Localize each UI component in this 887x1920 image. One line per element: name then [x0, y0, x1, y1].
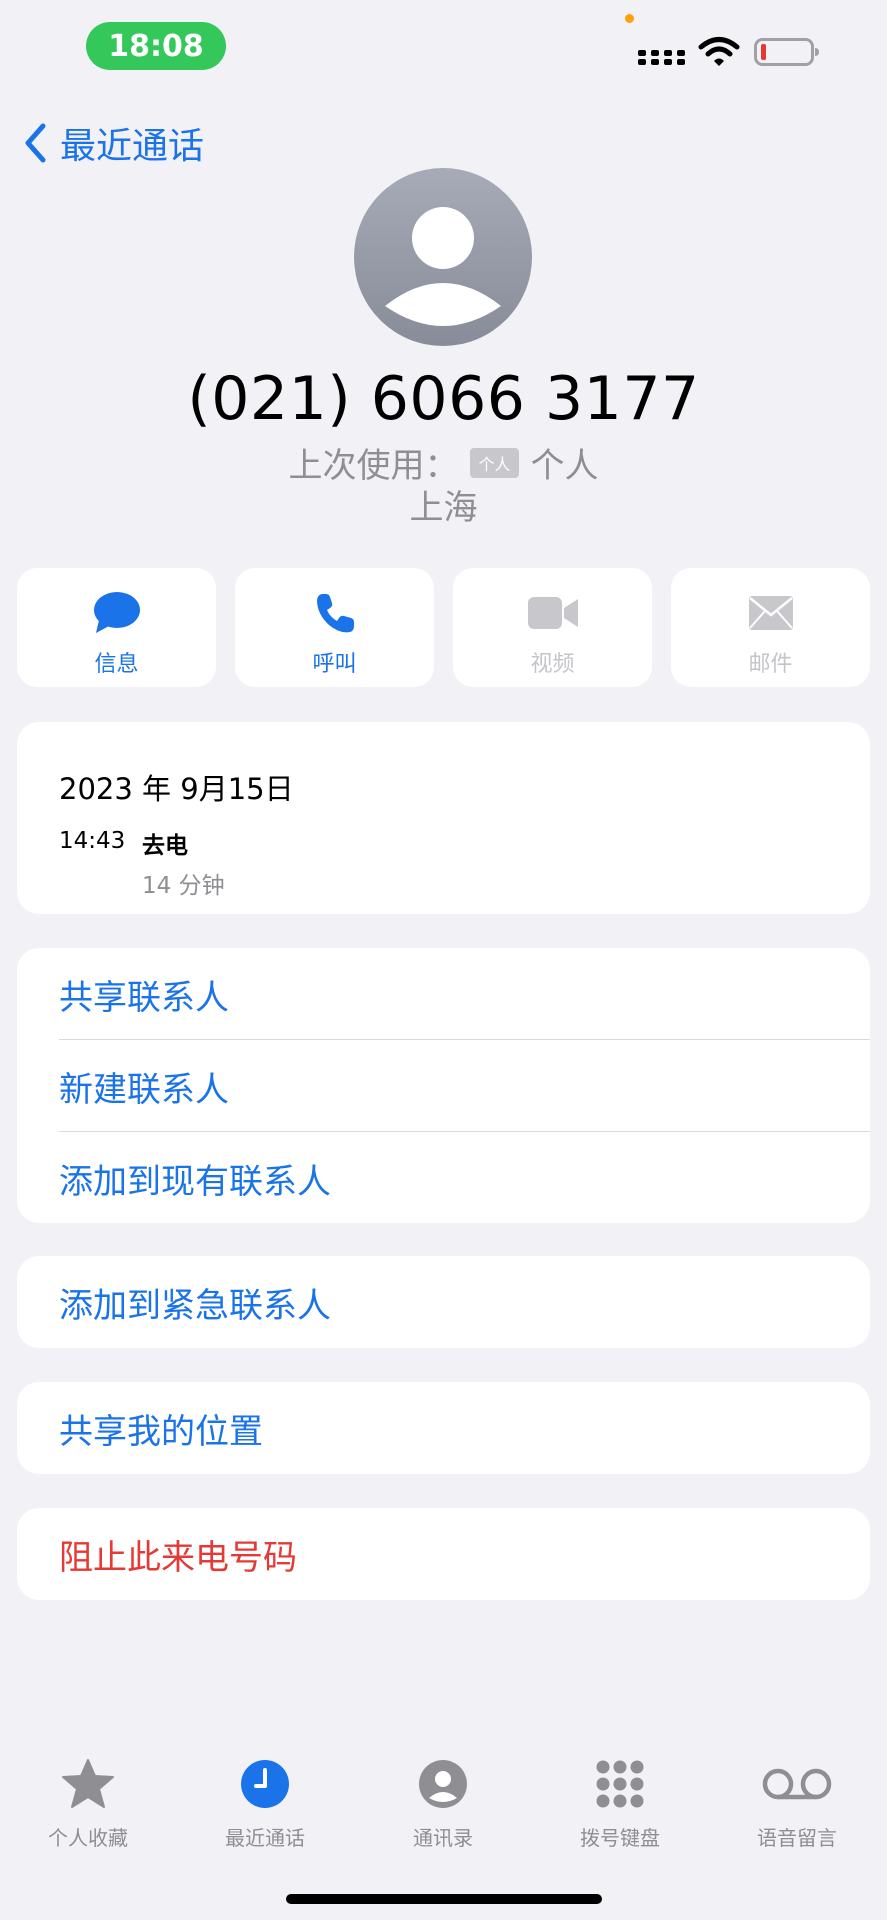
location-card: 共享我的位置 — [17, 1382, 870, 1474]
tab-contacts[interactable]: 通讯录 — [363, 1756, 523, 1851]
wifi-icon — [698, 37, 740, 66]
phone-number: (021) 6066 3177 — [187, 364, 700, 434]
phone-icon — [316, 594, 354, 633]
tab-keypad-label: 拨号键盘 — [580, 1826, 660, 1850]
back-button[interactable]: 最近通话 — [24, 118, 204, 168]
emergency-card: 添加到紧急联系人 — [17, 1256, 870, 1348]
contact-location: 上海 — [409, 488, 478, 528]
new-contact-button[interactable]: 新建联系人 — [17, 1040, 870, 1132]
home-indicator[interactable] — [286, 1894, 602, 1904]
call-type: 去电 — [142, 833, 188, 859]
message-button-label: 信息 — [94, 652, 139, 677]
block-caller-button[interactable]: 阻止此来电号码 — [17, 1508, 870, 1600]
battery-icon — [754, 38, 819, 66]
status-time: 18:08 — [86, 22, 226, 70]
tab-contacts-label: 通讯录 — [413, 1826, 473, 1850]
person-silhouette-icon — [385, 207, 501, 326]
call-history-card: 2023 年 9月15日 14:43 去电 14 分钟 — [17, 722, 870, 914]
call-button[interactable]: 呼叫 — [235, 568, 434, 687]
mail-button[interactable]: 邮件 — [671, 568, 870, 687]
video-button-label: 视频 — [530, 652, 575, 677]
call-date: 2023 年 9月15日 — [59, 772, 294, 806]
share-contact-button[interactable]: 共享联系人 — [17, 948, 870, 1040]
voicemail-icon — [762, 1768, 832, 1800]
share-location-button[interactable]: 共享我的位置 — [17, 1382, 870, 1474]
back-label: 最近通话 — [60, 126, 205, 167]
tab-favorites[interactable]: 个人收藏 — [8, 1756, 168, 1851]
line-chip: 个人 — [470, 447, 519, 478]
video-camera-icon — [527, 597, 578, 629]
star-icon — [62, 1759, 114, 1808]
tab-favorites-label: 个人收藏 — [48, 1826, 128, 1850]
envelope-icon — [748, 596, 793, 630]
chevron-left-icon — [25, 123, 46, 163]
person-circle-icon — [419, 1760, 467, 1808]
message-bubble-icon — [93, 592, 140, 633]
tab-recents-label: 最近通话 — [225, 1826, 305, 1850]
message-button[interactable]: 信息 — [17, 568, 216, 687]
contact-options-card: 共享联系人 新建联系人 添加到现有联系人 — [17, 948, 870, 1223]
video-button[interactable]: 视频 — [453, 568, 652, 687]
keypad-icon — [596, 1760, 644, 1808]
tab-recents[interactable]: 最近通话 — [185, 1756, 345, 1851]
privacy-indicator-dot — [625, 14, 634, 23]
cellular-signal-icon — [638, 50, 685, 65]
tab-keypad[interactable]: 拨号键盘 — [540, 1756, 700, 1851]
call-time: 14:43 — [59, 828, 126, 854]
tab-voicemail[interactable]: 语音留言 — [717, 1756, 877, 1851]
block-card: 阻止此来电号码 — [17, 1508, 870, 1600]
call-duration: 14 分钟 — [142, 873, 225, 899]
mail-button-label: 邮件 — [748, 652, 793, 677]
call-button-label: 呼叫 — [312, 652, 357, 677]
clock-icon — [241, 1760, 289, 1808]
tab-voicemail-label: 语音留言 — [757, 1826, 837, 1850]
add-to-existing-contact-button[interactable]: 添加到现有联系人 — [17, 1132, 870, 1223]
add-to-emergency-contact-button[interactable]: 添加到紧急联系人 — [17, 1256, 870, 1348]
avatar — [354, 168, 532, 346]
